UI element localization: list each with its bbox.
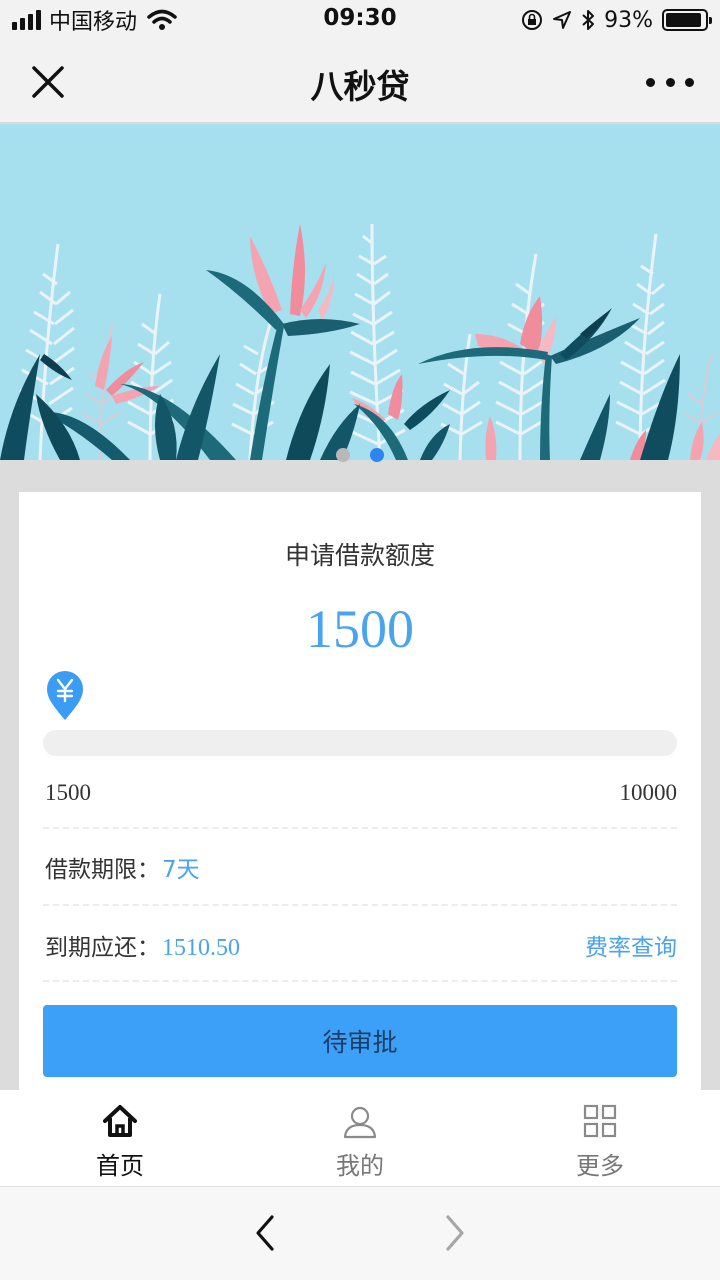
amount-slider[interactable] xyxy=(43,730,677,756)
slider-max-label: 10000 xyxy=(619,780,678,805)
banner-pagination xyxy=(0,448,720,464)
pending-approval-button[interactable]: 待审批 xyxy=(43,1005,677,1077)
grid-icon xyxy=(583,1104,617,1138)
loan-amount: 1500 xyxy=(306,599,414,659)
tab-label: 我的 xyxy=(336,1152,384,1180)
orientation-lock-icon xyxy=(522,10,543,30)
tab-more[interactable]: 更多 xyxy=(480,1090,720,1186)
loan-term-row[interactable]: 借款期限： 7天 xyxy=(45,850,200,884)
location-icon xyxy=(553,11,572,29)
tab-home[interactable]: 首页 xyxy=(0,1090,240,1186)
chevron-right-icon[interactable] xyxy=(438,1213,472,1253)
rate-query-link[interactable]: 费率查询 xyxy=(585,928,677,962)
tab-label: 更多 xyxy=(576,1152,624,1180)
divider xyxy=(43,827,677,829)
page-title: 八秒贷 xyxy=(310,67,410,106)
tab-bar: 首页 我的 更多 xyxy=(0,1090,720,1186)
divider xyxy=(43,980,677,982)
bluetooth-icon xyxy=(582,10,595,30)
loan-title: 申请借款额度 xyxy=(284,541,435,570)
due-amount-row: 到期应还： 1510.50 xyxy=(45,928,240,962)
browser-toolbar xyxy=(0,1186,720,1280)
more-icon[interactable] xyxy=(646,64,694,100)
user-icon xyxy=(343,1106,377,1139)
loan-card: 申请借款额度 1500 1500 10000 借款期限： 7天 到期应还： 15… xyxy=(19,492,701,1092)
due-amount-value: 1510.50 xyxy=(162,935,240,961)
banner-dot-1[interactable] xyxy=(336,448,350,462)
home-icon xyxy=(103,1105,137,1137)
status-right: 93% xyxy=(521,6,712,34)
banner-dot-2[interactable] xyxy=(370,448,384,462)
slider-min-label: 1500 xyxy=(45,780,91,805)
battery-icon xyxy=(662,9,712,31)
loan-term-value: 7天 xyxy=(162,857,200,883)
banner-carousel[interactable] xyxy=(0,124,720,460)
status-bar: 中国移动 09:30 93% xyxy=(0,0,720,40)
due-amount-label: 到期应还： xyxy=(45,935,160,961)
nav-bar: 八秒贷 xyxy=(0,40,720,123)
chevron-left-icon[interactable] xyxy=(248,1213,282,1253)
tab-label: 首页 xyxy=(96,1152,144,1180)
banner-illustration xyxy=(0,124,720,460)
tab-mine[interactable]: 我的 xyxy=(240,1090,480,1186)
battery-level xyxy=(666,13,702,27)
battery-percent: 93% xyxy=(604,7,653,33)
divider xyxy=(43,904,677,906)
yuan-pin-icon[interactable] xyxy=(45,670,85,722)
loan-term-label: 借款期限： xyxy=(45,857,160,883)
